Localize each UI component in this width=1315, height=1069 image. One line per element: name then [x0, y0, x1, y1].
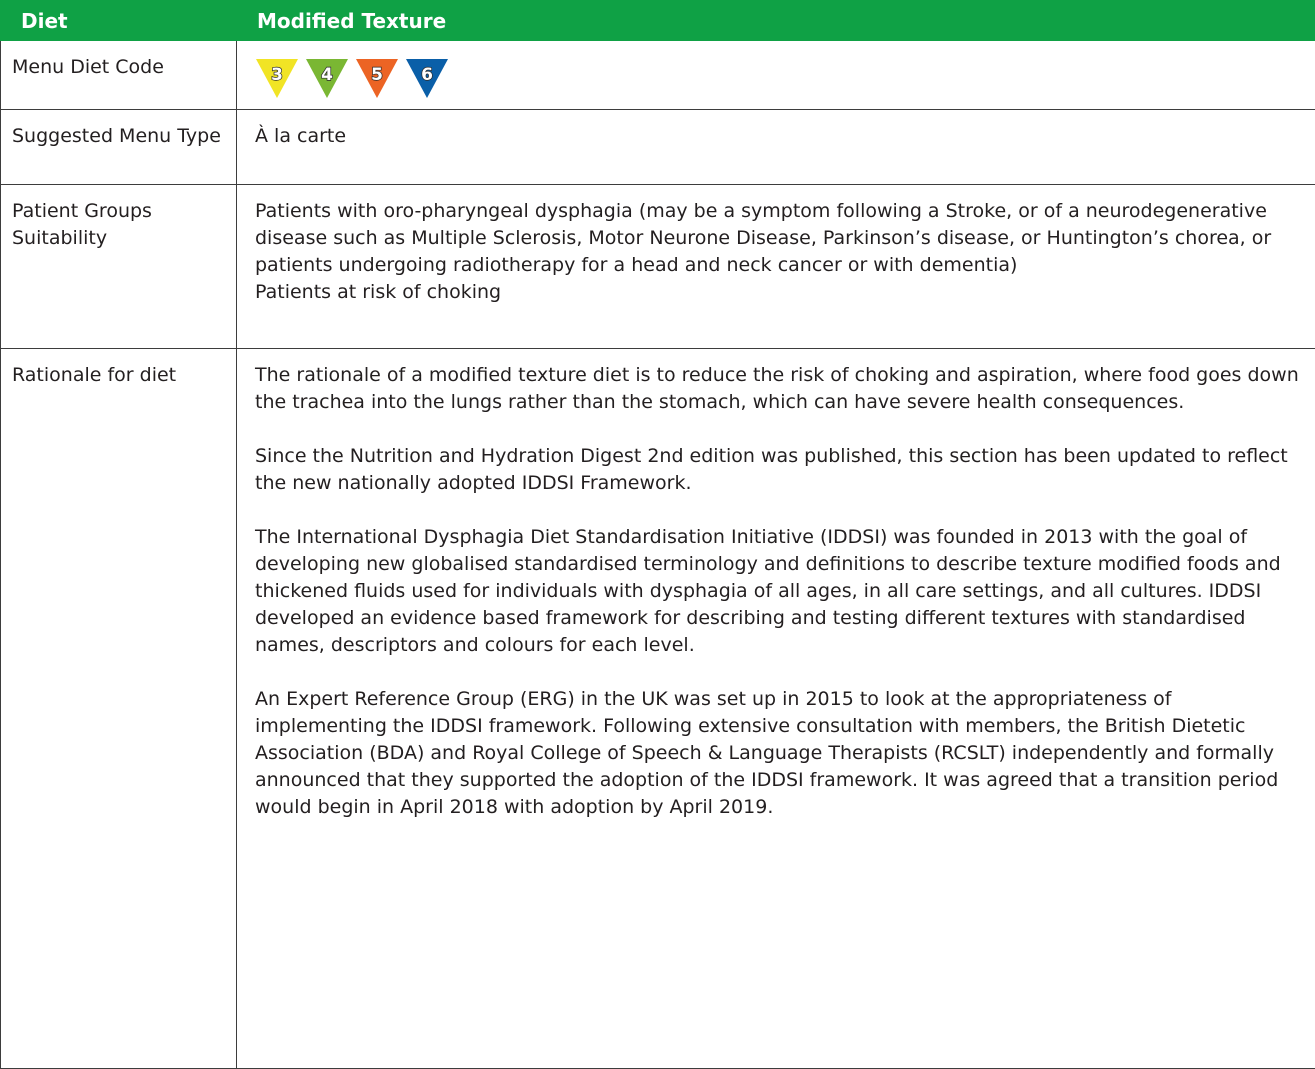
rationale-cell: The rationale of a modified texture diet… [237, 349, 1315, 1069]
menu-diet-code-cell: 3 4 5 [237, 41, 1315, 110]
table-header-row: Diet Modified Texture [1, 1, 1315, 41]
iddsi-level-6-triangle-icon: 6 [405, 57, 449, 99]
table-row-patient-groups: Patient Groups Suitability Patients with… [1, 185, 1315, 349]
rationale-paragraph-3: The International Dysphagia Diet Standar… [255, 524, 1305, 659]
level-6-number: 6 [421, 65, 433, 85]
iddsi-level-5-triangle-icon: 5 [355, 57, 399, 99]
row-label-suggested-menu-type: Suggested Menu Type [1, 110, 237, 185]
header-modified-texture: Modified Texture [237, 1, 1315, 41]
header-diet: Diet [1, 1, 237, 41]
rationale-paragraph-2: Since the Nutrition and Hydration Digest… [255, 443, 1305, 497]
iddsi-level-3-triangle-icon: 3 [255, 57, 299, 99]
table-row-menu-diet-code: Menu Diet Code 3 4 [1, 41, 1315, 110]
diet-table: Diet Modified Texture Menu Diet Code 3 [0, 0, 1315, 1069]
rationale-paragraph-4: An Expert Reference Group (ERG) in the U… [255, 686, 1305, 821]
row-label-menu-diet-code: Menu Diet Code [1, 41, 237, 110]
level-4-number: 4 [321, 65, 333, 85]
table-row-suggested-menu-type: Suggested Menu Type À la carte [1, 110, 1315, 185]
iddsi-level-4-triangle-icon: 4 [305, 57, 349, 99]
row-label-patient-groups: Patient Groups Suitability [1, 185, 237, 349]
level-3-number: 3 [271, 65, 283, 85]
patient-groups-line-1: Patients with oro-pharyngeal dysphagia (… [255, 198, 1305, 279]
table-row-rationale: Rationale for diet The rationale of a mo… [1, 349, 1315, 1069]
diet-code-badges: 3 4 5 [255, 54, 1305, 99]
patient-groups-line-2: Patients at risk of choking [255, 279, 1305, 306]
patient-groups-cell: Patients with oro-pharyngeal dysphagia (… [237, 185, 1315, 349]
suggested-menu-type-value: À la carte [237, 110, 1315, 185]
rationale-paragraph-1: The rationale of a modified texture diet… [255, 362, 1305, 416]
row-label-rationale: Rationale for diet [1, 349, 237, 1069]
level-5-number: 5 [371, 65, 383, 85]
